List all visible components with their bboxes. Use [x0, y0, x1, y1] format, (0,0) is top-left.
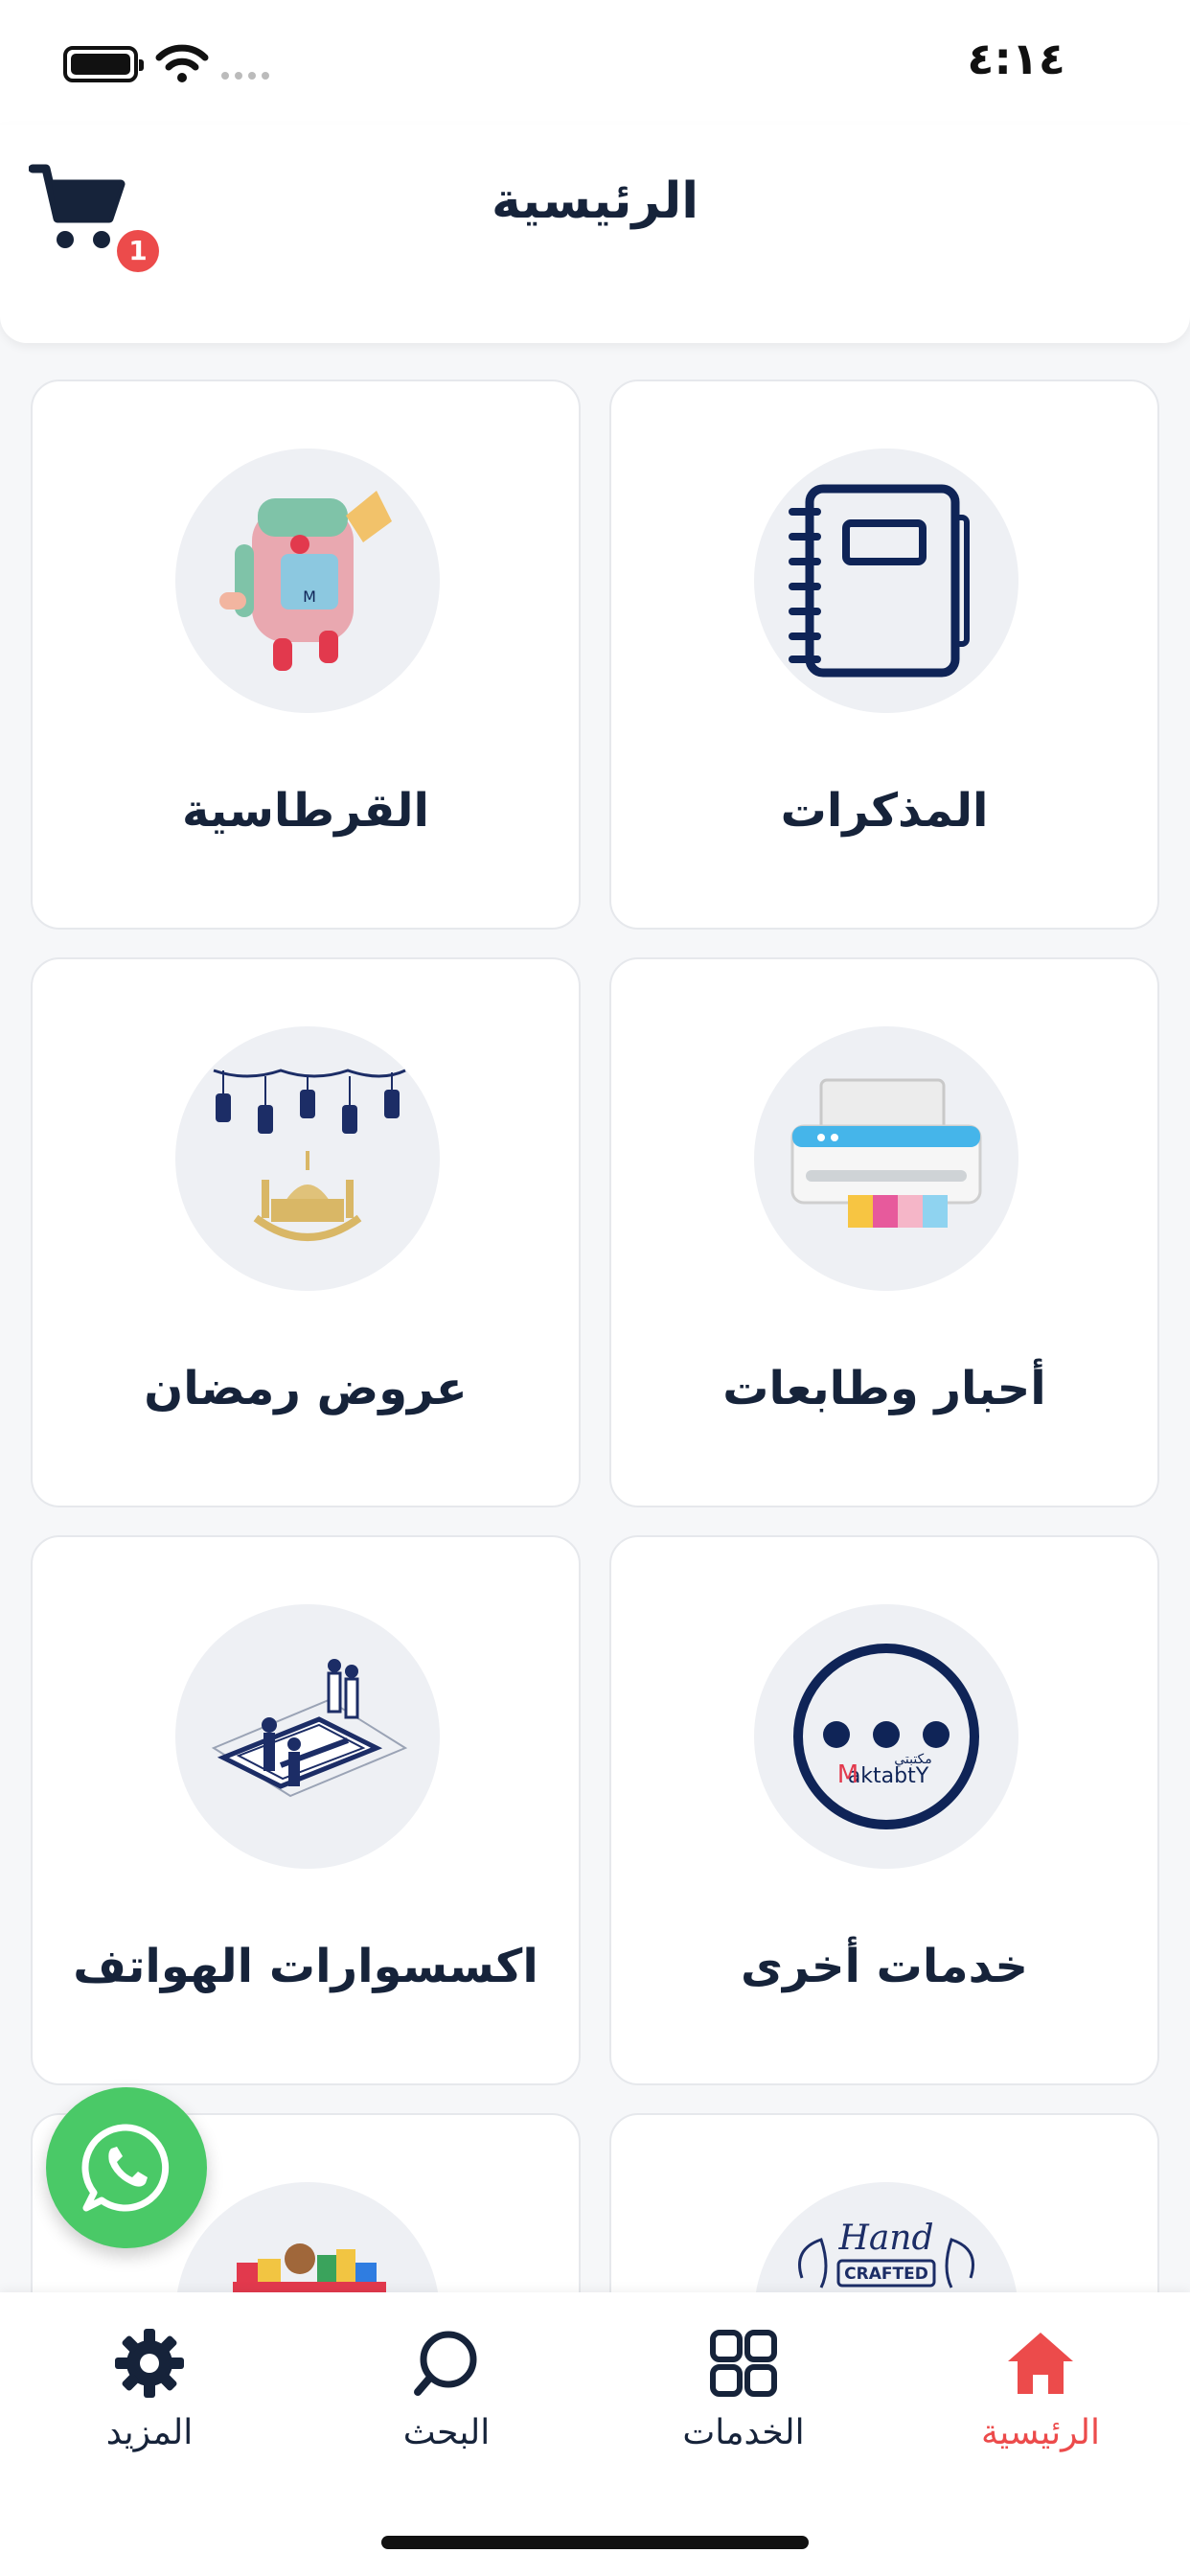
- category-label: عروض رمضان: [144, 1362, 468, 1415]
- category-card-ramadan[interactable]: عروض رمضان: [31, 957, 581, 1507]
- top-header: الرئيسية 1: [0, 125, 1190, 343]
- tab-label: الخدمات: [682, 2413, 805, 2452]
- category-label: اكسسوارات الهواتف: [73, 1940, 538, 1993]
- grid-icon: [710, 2330, 777, 2397]
- tab-label: المزيد: [105, 2413, 194, 2452]
- category-card-printers[interactable]: أحبار وطابعات: [609, 957, 1159, 1507]
- category-label: القرطاسية: [181, 784, 430, 838]
- category-card-phone-accessories[interactable]: اكسسوارات الهواتف: [31, 1535, 581, 2085]
- home-indicator: [381, 2536, 809, 2549]
- tab-search[interactable]: البحث: [341, 2327, 552, 2471]
- tab-more[interactable]: المزيد: [44, 2327, 255, 2471]
- cart-button[interactable]: 1: [28, 161, 159, 272]
- whatsapp-icon: [81, 2124, 170, 2212]
- tab-services[interactable]: الخدمات: [638, 2327, 849, 2471]
- school-backpack-icon: M: [175, 448, 440, 713]
- more-dots-icon: aktabtY مكتبتي M: [754, 1604, 1018, 1869]
- page-title: الرئيسية: [491, 172, 699, 230]
- printer-icon: [754, 1026, 1018, 1291]
- category-card-notebooks[interactable]: المذكرات: [609, 380, 1159, 930]
- cart-count-badge: 1: [117, 230, 159, 272]
- category-label: خدمات أخرى: [741, 1940, 1028, 1993]
- category-card-other-services[interactable]: aktabtY مكتبتي M خدمات أخرى: [609, 1535, 1159, 2085]
- gear-icon: [115, 2329, 184, 2398]
- cellular-signal-icon: [221, 72, 269, 80]
- wifi-icon: [155, 44, 209, 82]
- phone-accessories-icon: [175, 1604, 440, 1869]
- svg-text:CRAFTED: CRAFTED: [844, 2265, 928, 2284]
- status-time: ٤:١٤: [967, 33, 1065, 84]
- tab-home[interactable]: الرئيسية: [935, 2327, 1146, 2471]
- battery-icon: [63, 46, 144, 82]
- bottom-tab-bar: الرئيسية الخدمات البحث المزيد: [0, 2292, 1190, 2576]
- category-card-stationery[interactable]: M القرطاسية: [31, 380, 581, 930]
- category-label: أحبار وطابعات: [722, 1362, 1046, 1415]
- status-bar: ٤:١٤: [0, 0, 1190, 125]
- home-icon: [1008, 2333, 1073, 2394]
- tab-label: البحث: [402, 2413, 491, 2452]
- search-icon: [414, 2331, 477, 2396]
- app-screen: ٤:١٤ الرئيسية 1 المذكرات M القرطاسية أحب…: [0, 0, 1190, 2576]
- svg-text:M: M: [303, 587, 316, 606]
- category-label: المذكرات: [780, 784, 989, 838]
- whatsapp-chat-button[interactable]: [46, 2087, 207, 2248]
- svg-text:M: M: [837, 1760, 858, 1789]
- ramadan-lanterns-icon: [175, 1026, 440, 1291]
- svg-text:مكتبتي: مكتبتي: [894, 1752, 932, 1767]
- svg-text:aktabtY: aktabtY: [848, 1764, 929, 1788]
- tab-label: الرئيسية: [981, 2413, 1100, 2452]
- notebook-icon: [754, 448, 1018, 713]
- svg-text:Hand: Hand: [837, 2219, 933, 2258]
